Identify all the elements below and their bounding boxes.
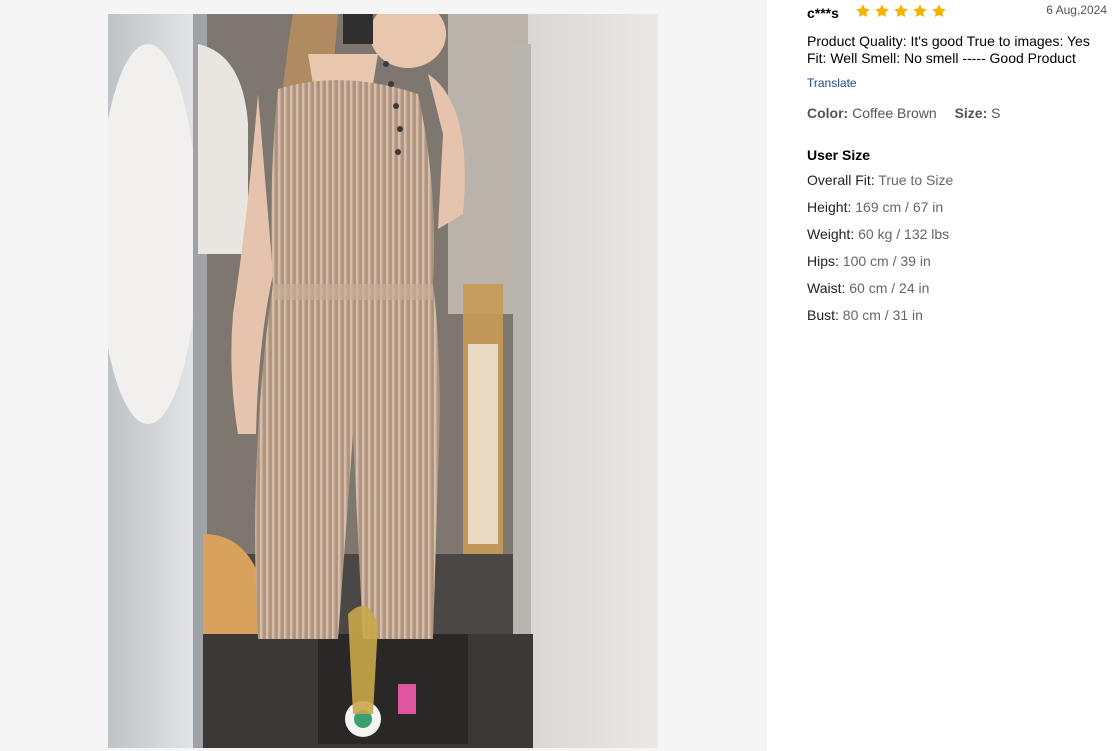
review-text: Product Quality: It's good True to image… <box>807 33 1090 66</box>
translate-link[interactable]: Translate <box>807 76 857 90</box>
size-row-label: Height: <box>807 199 852 215</box>
size-label: Size: <box>954 105 988 121</box>
size-row-waist: Waist: 60 cm / 24 in <box>807 280 1107 298</box>
color-value: Coffee Brown <box>852 105 937 121</box>
user-size-title: User Size <box>807 147 871 163</box>
star-icon <box>875 4 889 17</box>
star-icon <box>932 4 946 17</box>
size-row-value: 100 cm / 39 in <box>842 253 931 269</box>
review-photo-image <box>108 14 658 748</box>
size-row-hips: Hips: 100 cm / 39 in <box>807 253 1107 271</box>
size-row-value: True to Size <box>878 172 954 188</box>
size-row-value: 60 cm / 24 in <box>849 280 930 296</box>
size-row-weight: Weight: 60 kg / 132 lbs <box>807 226 1107 244</box>
color-label: Color: <box>807 105 849 121</box>
variant-info: Color: Coffee Brown Size: S <box>807 105 1107 121</box>
size-value: S <box>991 105 1001 121</box>
size-row-value: 80 cm / 31 in <box>842 307 923 323</box>
review-photo[interactable] <box>108 14 658 748</box>
size-row-label: Hips: <box>807 253 839 269</box>
star-icon <box>856 4 870 17</box>
review-image-gallery <box>0 0 767 751</box>
size-row-bust: Bust: 80 cm / 31 in <box>807 307 1107 325</box>
size-row-label: Overall Fit: <box>807 172 875 188</box>
size-row-overall-fit: Overall Fit: True to Size <box>807 172 1107 190</box>
size-row-label: Weight: <box>807 226 855 242</box>
star-icon <box>913 4 927 17</box>
review-date: 6 Aug,2024 <box>1046 3 1107 17</box>
reviewer-name: c***s <box>807 5 839 21</box>
size-row-height: Height: 169 cm / 67 in <box>807 199 1107 217</box>
star-icon <box>894 4 908 17</box>
size-row-value: 60 kg / 132 lbs <box>858 226 950 242</box>
size-row-label: Bust: <box>807 307 839 323</box>
star-rating <box>855 3 947 19</box>
review-panel: c***s 6 Aug,2024 Product Quality: It's g… <box>807 0 1107 325</box>
review-header: c***s 6 Aug,2024 <box>807 0 1107 28</box>
size-row-value: 169 cm / 67 in <box>855 199 944 215</box>
size-row-label: Waist: <box>807 280 846 296</box>
